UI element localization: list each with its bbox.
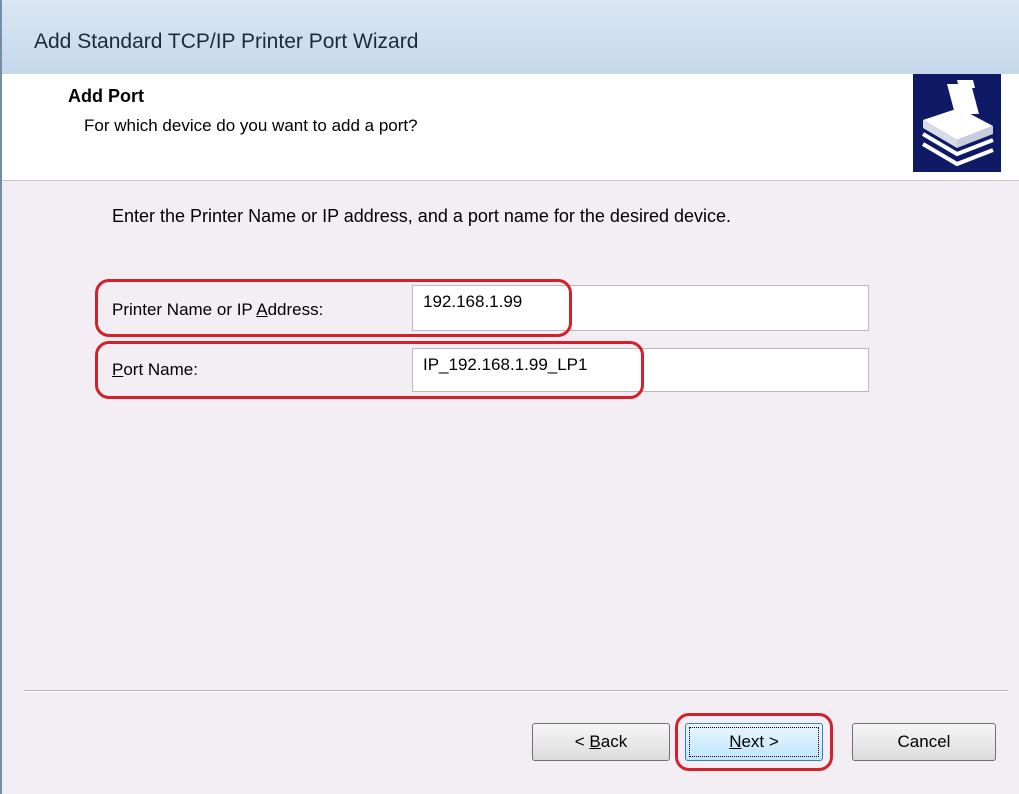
cancel-button-label: Cancel — [897, 732, 951, 751]
footer-divider — [24, 690, 1008, 692]
cancel-button[interactable]: Cancel — [852, 723, 996, 761]
ip-address-input[interactable]: 192.168.1.99 — [412, 285, 869, 331]
ip-address-value: 192.168.1.99 — [423, 292, 523, 311]
ip-address-label-accesskey: A — [256, 300, 268, 319]
next-button[interactable]: Next > — [685, 723, 823, 761]
port-name-label: Port Name: — [112, 360, 198, 380]
printer-icon — [913, 74, 1001, 172]
back-button-accesskey: B — [589, 732, 601, 751]
back-button-prefix: < — [574, 732, 590, 751]
port-name-value: IP_192.168.1.99_LP1 — [423, 355, 588, 374]
port-name-label-post: ort Name: — [123, 360, 198, 379]
port-name-input[interactable]: IP_192.168.1.99_LP1 — [412, 348, 869, 392]
back-button[interactable]: < Back — [532, 723, 670, 761]
ip-address-label-pre: Printer Name or IP — [112, 300, 257, 319]
back-button-rest: ack — [600, 732, 628, 751]
wizard-window: Add Standard TCP/IP Printer Port Wizard … — [0, 0, 1019, 794]
instruction-text: Enter the Printer Name or IP address, an… — [112, 206, 731, 226]
title-bar[interactable]: Add Standard TCP/IP Printer Port Wizard — [2, 0, 1019, 75]
window-title: Add Standard TCP/IP Printer Port Wizard — [34, 30, 419, 53]
page-title: Add Port — [68, 86, 144, 106]
page-subtitle: For which device do you want to add a po… — [84, 116, 418, 135]
ip-address-label-post: ddress: — [267, 300, 324, 319]
port-name-label-accesskey: P — [112, 360, 124, 379]
next-button-focus-rect — [689, 727, 819, 757]
ip-address-label: Printer Name or IP Address: — [112, 300, 323, 320]
wizard-header: Add Port For which device do you want to… — [2, 74, 1019, 181]
